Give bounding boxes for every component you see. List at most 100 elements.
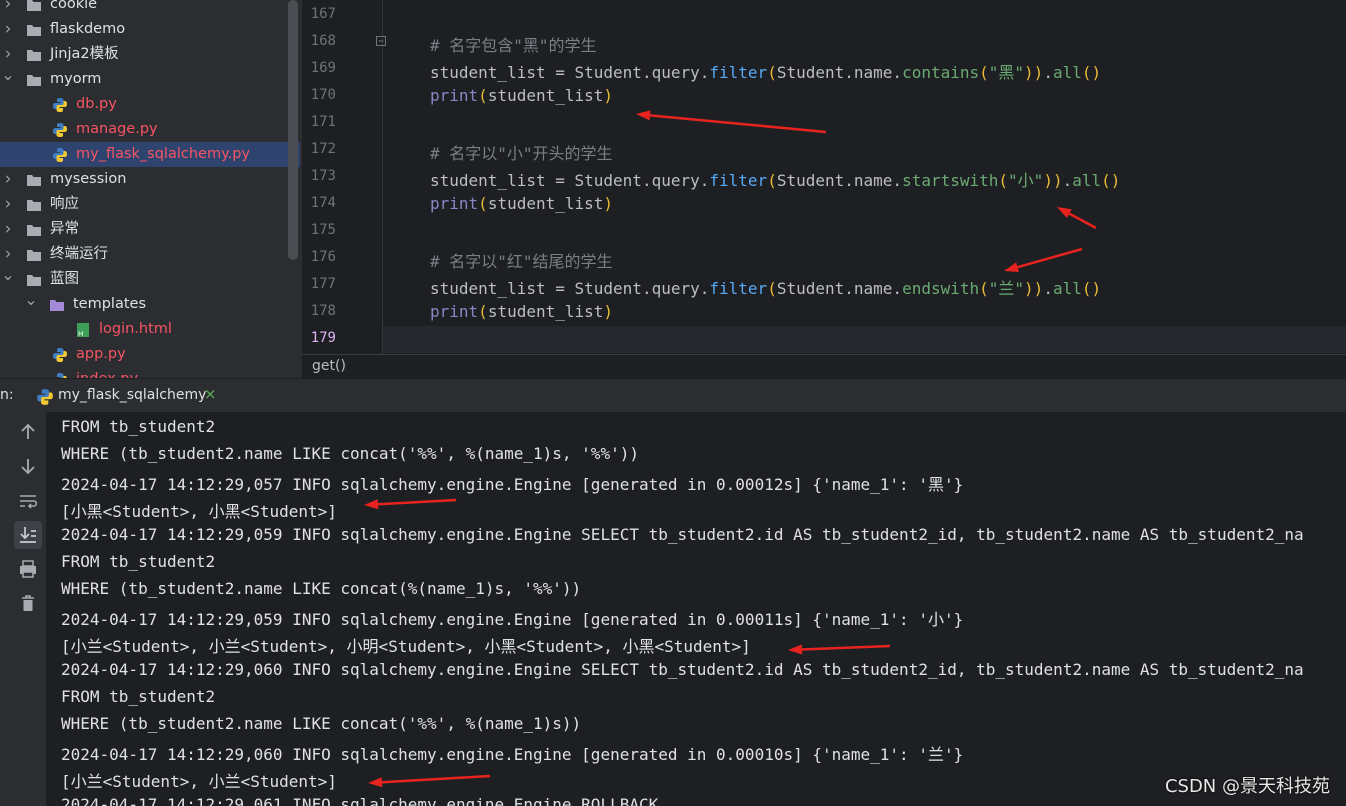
tree-item-11[interactable]: ⌄ 蓝图 (0, 265, 300, 292)
tree-item-5[interactable]: manage.py (0, 117, 300, 142)
code-line-169: student_list = Student.query.filter(Stud… (430, 63, 1102, 82)
run-tool-window-header: n: my_flask_sqlalchemy × (0, 378, 1346, 415)
tree-item-label: index.py (76, 367, 138, 378)
console-line: 2024-04-17 14:12:29,057 INFO sqlalchemy.… (61, 475, 964, 494)
tree-item-0[interactable]: › cookie (0, 0, 300, 17)
line-number: 170 (310, 87, 336, 103)
line-number: 177 (310, 276, 336, 292)
chevron-right-icon[interactable]: › (1, 167, 15, 192)
line-number: 172 (310, 141, 336, 157)
tree-item-label: 响应 (50, 196, 79, 212)
print-icon[interactable] (14, 555, 42, 583)
line-number: 173 (310, 168, 336, 184)
run-tab-my-flask-sqlalchemy[interactable]: my_flask_sqlalchemy × (26, 379, 230, 415)
tree-item-3[interactable]: ⌄ myorm (0, 65, 300, 92)
tree-item-label: 蓝图 (50, 271, 79, 287)
folder-icon (26, 0, 42, 12)
console-line: WHERE (tb_student2.name LIKE concat('%%'… (61, 444, 639, 463)
console-line: 2024-04-17 14:12:29,059 INFO sqlalchemy.… (61, 610, 964, 629)
folder-icon (49, 297, 65, 312)
folder-icon (26, 22, 42, 37)
code-line-178: print(student_list) (430, 302, 614, 321)
chevron-right-icon[interactable]: › (1, 0, 15, 17)
line-number-gutter: 167 168 169 170 171 172 173 174 175 176 177 178 179 (302, 0, 382, 354)
code-line-168: # 名字包含"黑"的学生 (430, 36, 597, 55)
folder-icon (26, 272, 42, 287)
line-number: 174 (310, 195, 336, 211)
python-file-icon (52, 122, 68, 137)
console-line: [小兰<Student>, 小兰<Student>] (61, 772, 337, 791)
chevron-down-icon[interactable]: ⌄ (24, 287, 38, 312)
console-line: 2024-04-17 14:12:29,060 INFO sqlalchemy.… (61, 660, 1304, 679)
line-number: 175 (310, 222, 336, 238)
tree-item-13[interactable]: Hlogin.html (0, 317, 300, 342)
folder-icon (26, 172, 42, 187)
tree-item-14[interactable]: app.py (0, 342, 300, 367)
watermark: CSDN @景天科技苑 (1164, 776, 1330, 797)
breadcrumb-bar: get() (302, 354, 1346, 379)
close-icon[interactable]: × (204, 385, 217, 403)
console-line: 2024-04-17 14:12:29,059 INFO sqlalchemy.… (61, 525, 1304, 544)
svg-text:H: H (78, 330, 83, 338)
tree-item-label: mysession (50, 171, 127, 187)
current-line-highlight (302, 326, 1346, 353)
chevron-right-icon[interactable]: › (1, 17, 15, 42)
chevron-right-icon[interactable]: › (1, 192, 15, 217)
tree-item-9[interactable]: › 异常 (0, 217, 300, 242)
tree-item-10[interactable]: › 终端运行 (0, 242, 300, 267)
tree-item-label: flaskdemo (50, 21, 126, 37)
tree-item-label: myorm (50, 71, 102, 87)
chevron-down-icon[interactable]: ⌄ (1, 62, 15, 87)
tree-item-8[interactable]: › 响应 (0, 192, 300, 217)
soft-wrap-icon[interactable] (14, 487, 42, 515)
folder-icon (26, 197, 42, 212)
code-editor[interactable]: 167 168 169 170 171 172 173 174 175 176 177 178 179 … (302, 0, 1346, 354)
console-line: [小兰<Student>, 小兰<Student>, 小明<Student>, … (61, 637, 751, 656)
code-line-177: student_list = Student.query.filter(Stud… (430, 279, 1102, 298)
line-number: 167 (310, 6, 336, 22)
tree-item-12[interactable]: ⌄ templates (0, 290, 300, 317)
tree-item-label: 异常 (50, 221, 79, 237)
console-line: FROM tb_student2 (61, 552, 216, 571)
tree-item-label: cookie (50, 0, 98, 12)
tree-item-label: app.py (76, 346, 126, 362)
chevron-down-icon[interactable]: ⌄ (1, 262, 15, 287)
line-number: 168 (310, 33, 336, 49)
code-line-176: # 名字以"红"结尾的学生 (430, 252, 613, 271)
python-file-icon (52, 97, 68, 112)
tree-item-15[interactable]: index.py (0, 367, 300, 378)
tree-item-7[interactable]: › mysession (0, 167, 300, 192)
tree-item-label: manage.py (76, 121, 158, 137)
tree-scrollbar[interactable] (288, 0, 298, 260)
tree-item-2[interactable]: › Jinja2模板 (0, 42, 300, 67)
console-line: 2024-04-17 14:12:29,060 INFO sqlalchemy.… (61, 745, 964, 764)
console-line: WHERE (tb_student2.name LIKE concat(%(na… (61, 579, 582, 598)
ide-window: › cookie › flaskdemo › Jinja2模板 ⌄ myorm db.py man… (0, 0, 1346, 806)
console-line: FROM tb_student2 (61, 417, 216, 436)
scroll-down-icon[interactable] (14, 452, 42, 480)
folder-icon (26, 72, 42, 87)
console-line: [小黑<Student>, 小黑<Student>] (61, 502, 337, 521)
scroll-up-icon[interactable] (14, 418, 42, 446)
fold-marker-icon[interactable] (375, 35, 387, 47)
code-line-173: student_list = Student.query.filter(Stud… (430, 171, 1121, 190)
scroll-to-end-icon[interactable] (14, 521, 42, 549)
tree-item-1[interactable]: › flaskdemo (0, 17, 300, 42)
line-number: 178 (310, 303, 336, 319)
folder-icon (26, 247, 42, 262)
breadcrumb[interactable]: get() (312, 358, 346, 374)
tree-item-label: templates (73, 296, 147, 312)
run-toolbar (0, 412, 46, 806)
run-console-output[interactable]: FROM tb_student2 WHERE (tb_student2.name … (46, 412, 1346, 806)
tree-item-4[interactable]: db.py (0, 92, 300, 117)
tree-item-label: login.html (99, 321, 172, 337)
trash-icon[interactable] (14, 589, 42, 617)
code-line-170: print(student_list) (430, 86, 614, 105)
tree-item-6[interactable]: my_flask_sqlalchemy.py (0, 142, 300, 167)
chevron-right-icon[interactable]: › (1, 217, 15, 242)
folder-icon (26, 47, 42, 62)
code-line-174: print(student_list) (430, 194, 614, 213)
tree-item-label: my_flask_sqlalchemy.py (76, 146, 250, 162)
project-tree: › cookie › flaskdemo › Jinja2模板 ⌄ myorm db.py man… (0, 0, 300, 378)
line-number: 169 (310, 60, 336, 76)
